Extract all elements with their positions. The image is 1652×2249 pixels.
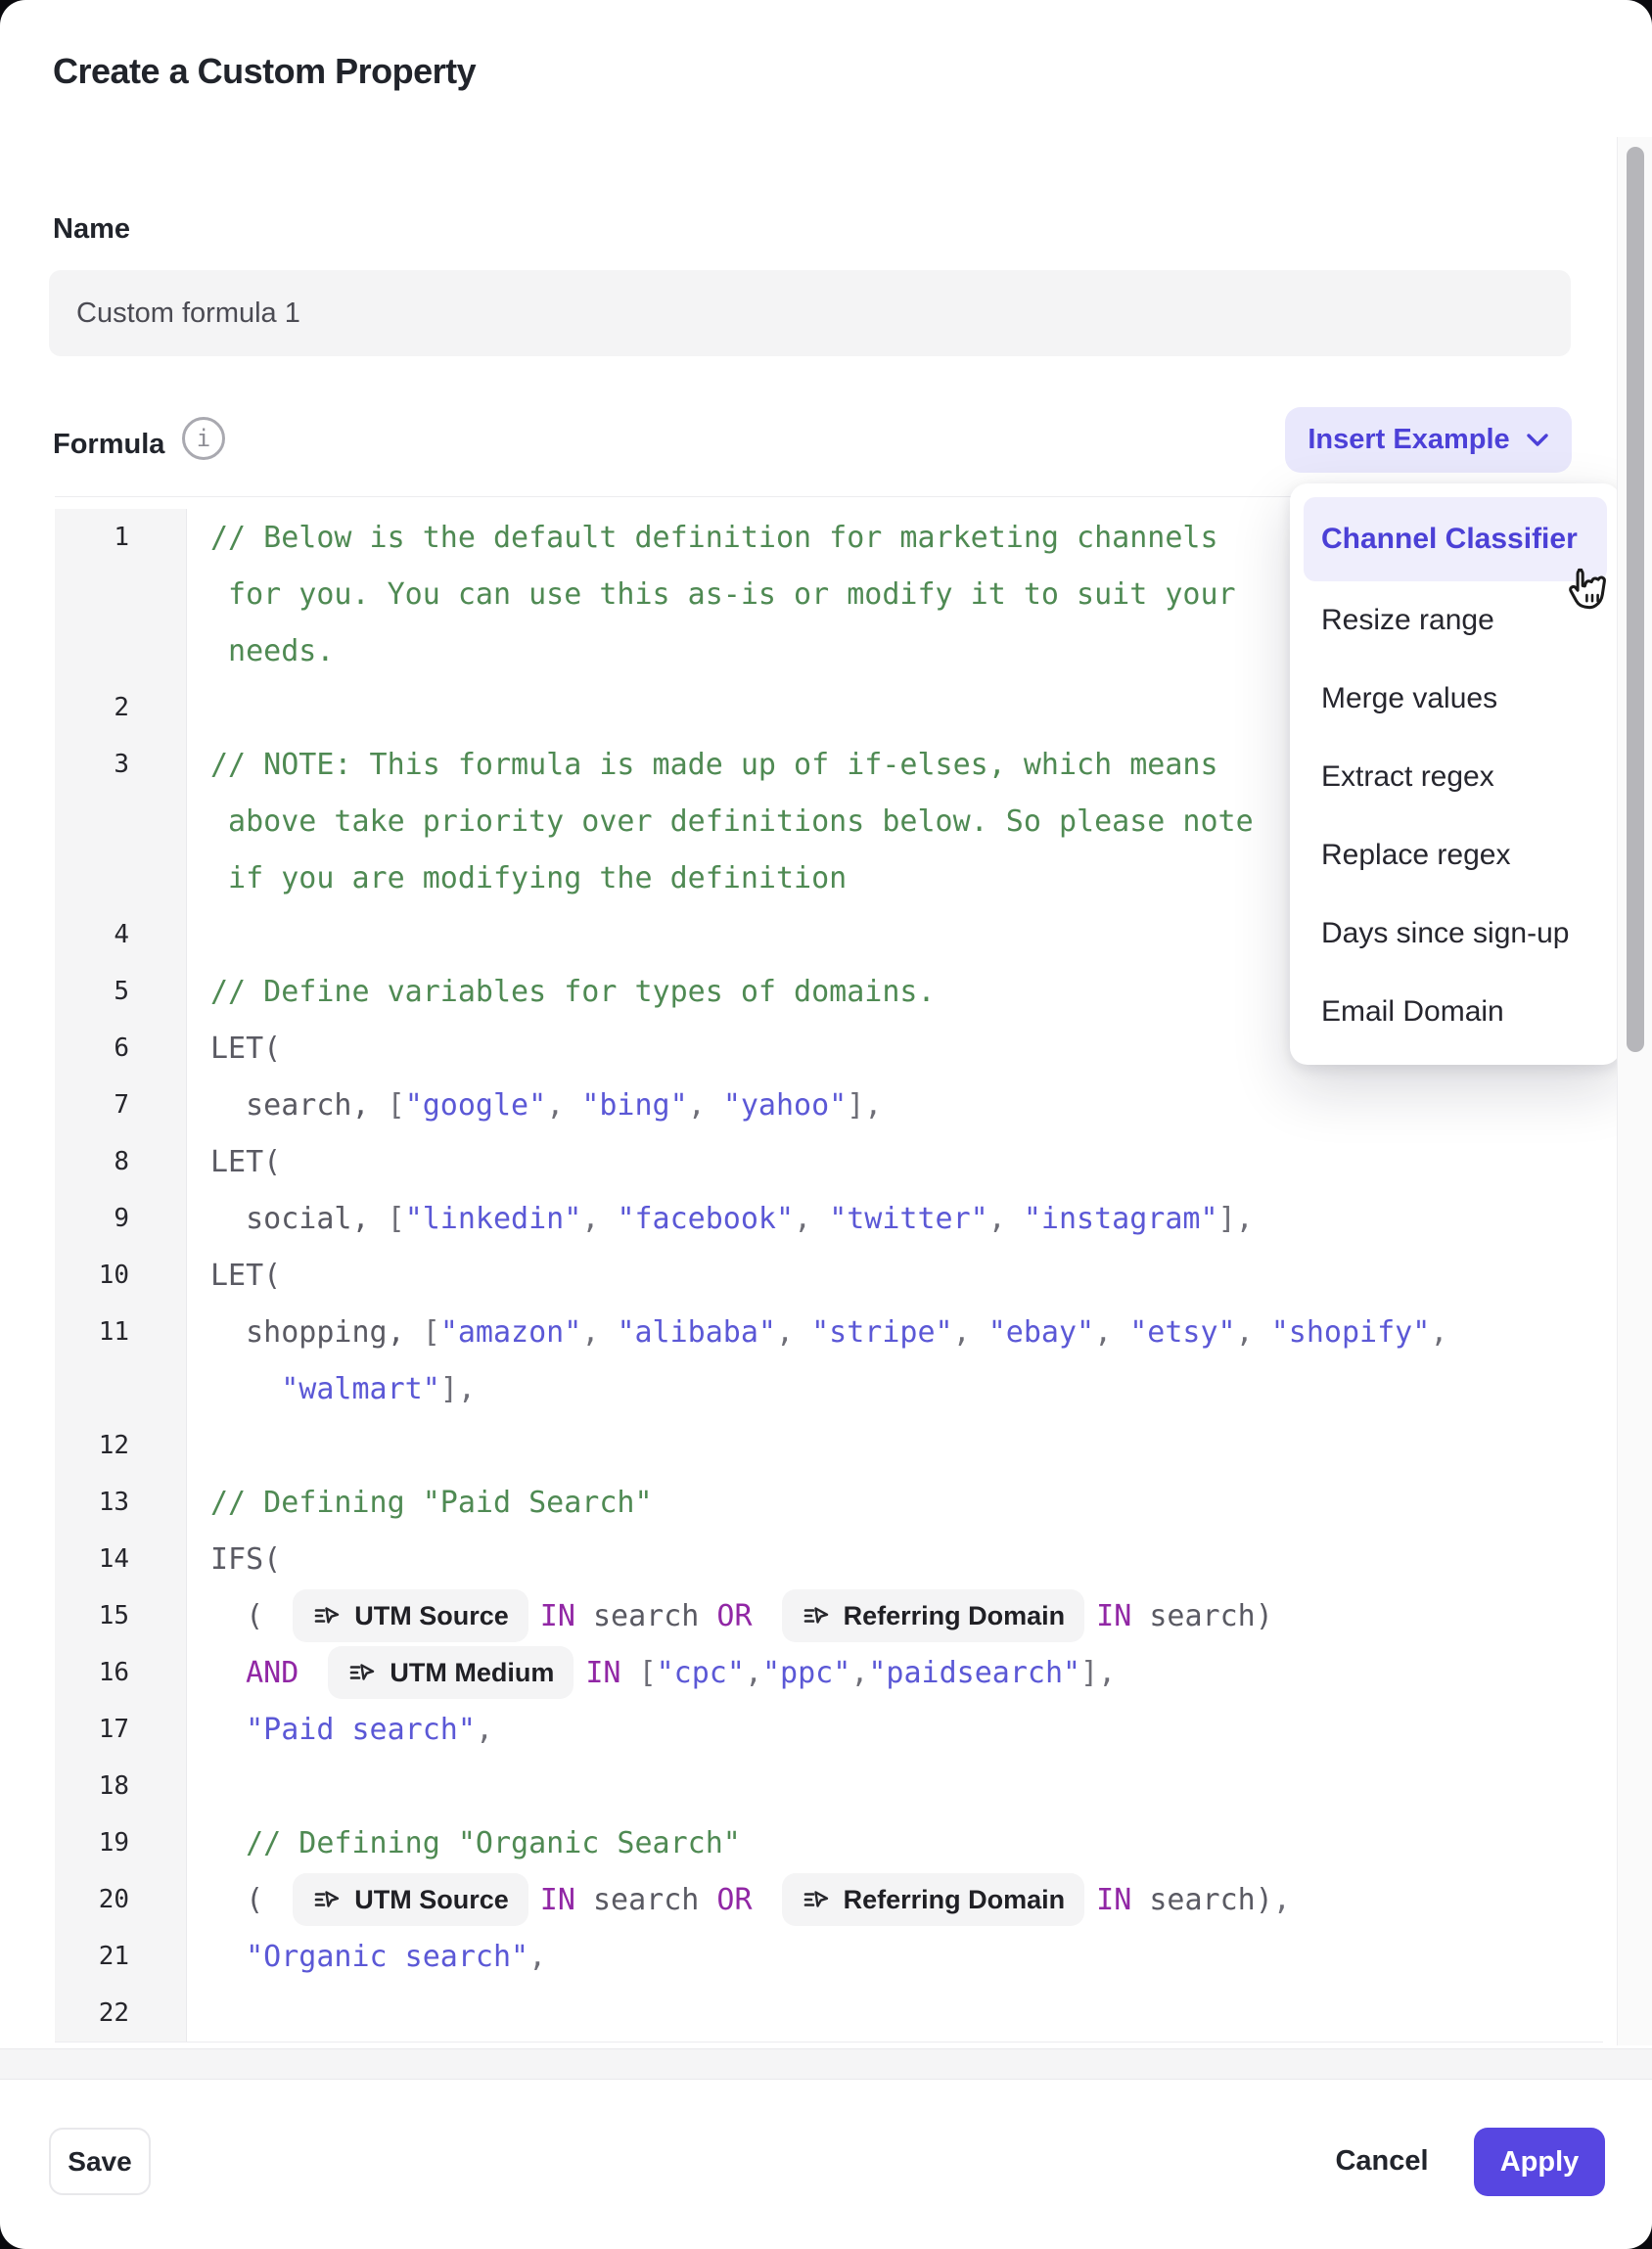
code-text[interactable]: "Paid search", <box>187 1701 1603 1758</box>
code-text[interactable] <box>187 1985 1603 2042</box>
line-number <box>55 1360 187 1417</box>
line-number <box>55 566 187 622</box>
property-pill[interactable]: Referring Domain <box>782 1873 1085 1926</box>
line-number: 10 <box>55 1247 187 1304</box>
menu-item-replace-regex[interactable]: Replace regex <box>1304 816 1607 895</box>
code-line: 11 shopping, ["amazon", "alibaba", "stri… <box>55 1304 1603 1360</box>
line-number: 16 <box>55 1644 187 1701</box>
create-custom-property-modal: Create a Custom Property Name Formula i … <box>0 0 1652 2249</box>
save-button[interactable]: Save <box>49 2128 151 2195</box>
line-number: 6 <box>55 1020 187 1077</box>
code-line: 10LET( <box>55 1247 1603 1304</box>
code-text[interactable]: // Defining "Organic Search" <box>187 1814 1603 1871</box>
code-text[interactable]: ( UTM SourceIN search OR Referring Domai… <box>187 1587 1603 1644</box>
property-pill[interactable]: UTM Source <box>293 1873 528 1926</box>
line-number: 14 <box>55 1531 187 1587</box>
property-icon <box>312 1885 342 1914</box>
code-line: "walmart"], <box>55 1360 1603 1417</box>
menu-item-days-since-sign-up[interactable]: Days since sign-up <box>1304 895 1607 973</box>
line-number: 1 <box>55 509 187 566</box>
footer-divider <box>0 2048 1652 2080</box>
line-number: 2 <box>55 679 187 736</box>
insert-example-button[interactable]: Insert Example <box>1285 407 1572 473</box>
code-line: 14IFS( <box>55 1531 1603 1587</box>
code-line: 12 <box>55 1417 1603 1474</box>
code-line: 15 ( UTM SourceIN search OR Referring Do… <box>55 1587 1603 1644</box>
code-text[interactable]: IFS( <box>187 1531 1603 1587</box>
line-number: 7 <box>55 1077 187 1133</box>
line-number: 3 <box>55 736 187 793</box>
code-line: 16 AND UTM MediumIN ["cpc","ppc","paidse… <box>55 1644 1603 1701</box>
line-number: 9 <box>55 1190 187 1247</box>
line-number: 12 <box>55 1417 187 1474</box>
code-text[interactable]: LET( <box>187 1247 1603 1304</box>
line-number: 13 <box>55 1474 187 1531</box>
property-icon <box>802 1885 831 1914</box>
line-number: 22 <box>55 1985 187 2042</box>
property-pill-label: UTM Medium <box>390 1658 554 1688</box>
code-text[interactable]: "Organic search", <box>187 1928 1603 1985</box>
line-number: 17 <box>55 1701 187 1758</box>
code-text[interactable]: social, ["linkedin", "facebook", "twitte… <box>187 1190 1603 1247</box>
property-pill-label: Referring Domain <box>844 1885 1066 1915</box>
line-number: 4 <box>55 906 187 963</box>
line-number: 11 <box>55 1304 187 1360</box>
code-text[interactable]: "walmart"], <box>187 1360 1603 1417</box>
code-text[interactable]: search, ["google", "bing", "yahoo"], <box>187 1077 1603 1133</box>
code-line: 18 <box>55 1758 1603 1814</box>
code-line: 13// Defining "Paid Search" <box>55 1474 1603 1531</box>
line-number: 18 <box>55 1758 187 1814</box>
code-text[interactable] <box>187 1758 1603 1814</box>
name-input[interactable] <box>49 270 1571 356</box>
name-label: Name <box>53 213 130 246</box>
code-text[interactable]: AND UTM MediumIN ["cpc","ppc","paidsearc… <box>187 1644 1603 1701</box>
modal-scrollbar[interactable] <box>1617 137 1652 2045</box>
code-line: 7 search, ["google", "bing", "yahoo"], <box>55 1077 1603 1133</box>
chevron-down-icon <box>1526 433 1549 447</box>
menu-item-merge-values[interactable]: Merge values <box>1304 660 1607 738</box>
line-number: 5 <box>55 963 187 1020</box>
code-line: 19 // Defining "Organic Search" <box>55 1814 1603 1871</box>
property-pill[interactable]: UTM Source <box>293 1589 528 1642</box>
line-number: 15 <box>55 1587 187 1644</box>
code-text[interactable]: LET( <box>187 1133 1603 1190</box>
line-number: 19 <box>55 1814 187 1871</box>
code-text[interactable]: // Defining "Paid Search" <box>187 1474 1603 1531</box>
code-text[interactable] <box>187 1417 1603 1474</box>
code-text[interactable]: ( UTM SourceIN search OR Referring Domai… <box>187 1871 1603 1928</box>
line-number <box>55 622 187 679</box>
menu-item-extract-regex[interactable]: Extract regex <box>1304 738 1607 816</box>
page-title: Create a Custom Property <box>53 51 476 92</box>
code-line: 8LET( <box>55 1133 1603 1190</box>
line-number <box>55 793 187 849</box>
property-pill-label: UTM Source <box>354 1885 509 1915</box>
property-pill-label: UTM Source <box>354 1601 509 1631</box>
code-line: 22 <box>55 1985 1603 2042</box>
code-text[interactable]: shopping, ["amazon", "alibaba", "stripe"… <box>187 1304 1603 1360</box>
scrollbar-thumb[interactable] <box>1627 147 1644 1052</box>
property-icon <box>802 1601 831 1630</box>
line-number: 20 <box>55 1871 187 1928</box>
menu-item-email-domain[interactable]: Email Domain <box>1304 973 1607 1051</box>
line-number: 21 <box>55 1928 187 1985</box>
info-circle-icon[interactable]: i <box>182 417 225 460</box>
line-number <box>55 849 187 906</box>
property-icon <box>347 1658 377 1687</box>
apply-button[interactable]: Apply <box>1474 2128 1605 2196</box>
hand-cursor-icon <box>1558 562 1613 621</box>
code-line: 21 "Organic search", <box>55 1928 1603 1985</box>
property-pill[interactable]: UTM Medium <box>328 1646 574 1699</box>
property-pill[interactable]: Referring Domain <box>782 1589 1085 1642</box>
insert-example-label: Insert Example <box>1308 424 1509 456</box>
formula-label: Formula <box>53 429 164 461</box>
line-number: 8 <box>55 1133 187 1190</box>
cancel-button[interactable]: Cancel <box>1323 2128 1441 2195</box>
code-line: 9 social, ["linkedin", "facebook", "twit… <box>55 1190 1603 1247</box>
property-pill-label: Referring Domain <box>844 1601 1066 1631</box>
code-line: 17 "Paid search", <box>55 1701 1603 1758</box>
property-icon <box>312 1601 342 1630</box>
code-line: 20 ( UTM SourceIN search OR Referring Do… <box>55 1871 1603 1928</box>
